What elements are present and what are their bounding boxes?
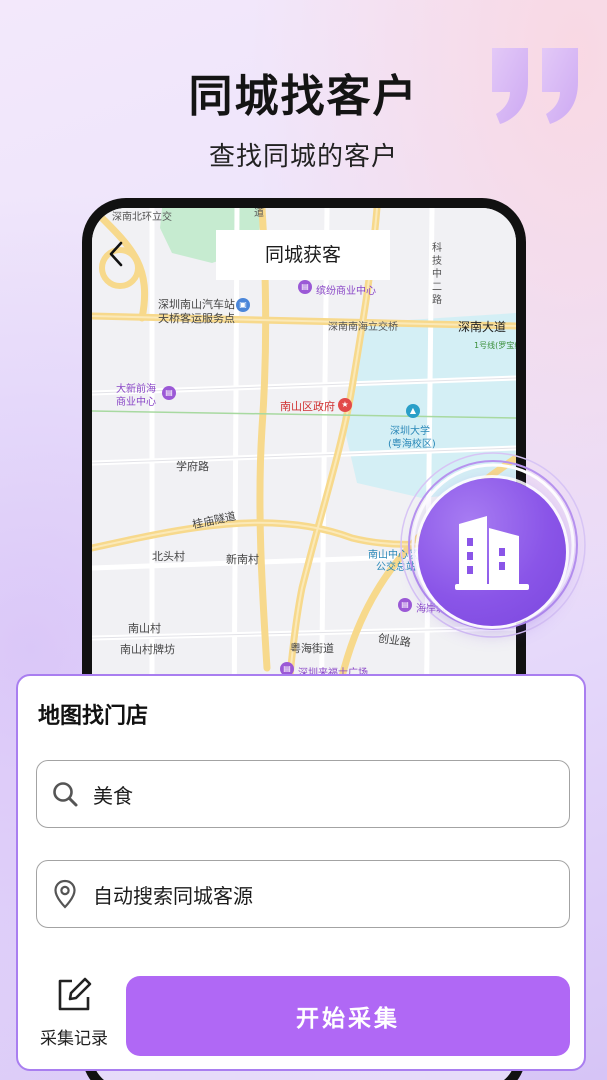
card-title: 地图找门店 <box>38 704 149 729</box>
page-title: 同城找客户 <box>188 71 419 122</box>
location-field[interactable]: 自动搜索同城客源 <box>36 860 570 928</box>
map-label-district-gov: 南山区政府 <box>280 400 335 413</box>
start-collect-button[interactable]: 开始采集 <box>126 976 570 1056</box>
search-card: 地图找门店 美食 自动搜索同城客源 采集记录 开始采集 <box>16 674 586 1071</box>
map-label-xinnan-village: 新南村 <box>226 553 259 566</box>
map-label-qianhai-2: 商业中心 <box>116 397 156 408</box>
map-label-beitou-village: 北头村 <box>152 550 185 563</box>
map-label-nanshan-village: 南山村 <box>128 622 161 635</box>
bus-station-icon: ▣ <box>236 298 250 312</box>
map-label-coco-park: 缤纷商业中心 <box>316 286 376 297</box>
back-button[interactable] <box>102 238 130 270</box>
map-label-yuehai-street: 粤海街道 <box>290 642 334 655</box>
location-pin-icon <box>54 879 76 909</box>
mall-icon-qianhai: ▤ <box>162 386 176 400</box>
screen-title: 同城获客 <box>216 230 390 280</box>
map-label-metro-line: 1号线(罗宝线 <box>474 341 516 350</box>
collection-record-button[interactable]: 采集记录 <box>34 976 114 1056</box>
edit-note-icon <box>58 977 92 1011</box>
chevron-left-icon <box>109 241 123 267</box>
map-label-road-top: 道 <box>254 208 264 219</box>
search-icon <box>53 782 78 807</box>
keyword-input[interactable]: 美食 <box>93 780 133 809</box>
keyword-field[interactable]: 美食 <box>36 760 570 828</box>
collection-record-label: 采集记录 <box>40 1029 108 1049</box>
building-badge <box>418 478 566 626</box>
map-label-keji-road: 科技中二路 <box>432 243 442 306</box>
location-input[interactable]: 自动搜索同城客源 <box>93 880 253 909</box>
location-icon-wrap <box>37 860 93 928</box>
university-icon: ▲ <box>406 404 420 418</box>
search-icon-wrap <box>37 760 93 828</box>
mall-icon: ▤ <box>298 280 312 294</box>
map-label-shennan-interchange: 深南南海立交桥 <box>328 322 398 333</box>
map-label-szu-2: (粤海校区) <box>388 439 436 450</box>
map-label-north-ring: 深南北环立交 <box>112 212 172 223</box>
government-icon: ★ <box>338 398 352 412</box>
map-label-nanshan-arch: 南山村牌坊 <box>120 643 175 656</box>
building-icon <box>455 516 529 590</box>
map-label-bus-station-2: 天桥客运服务点 <box>158 312 235 325</box>
page-subtitle: 查找同城的客户 <box>208 142 398 172</box>
map-label-xuefu-road: 学府路 <box>176 460 209 473</box>
map-label-shennan-avenue: 深南大道 <box>458 320 507 334</box>
